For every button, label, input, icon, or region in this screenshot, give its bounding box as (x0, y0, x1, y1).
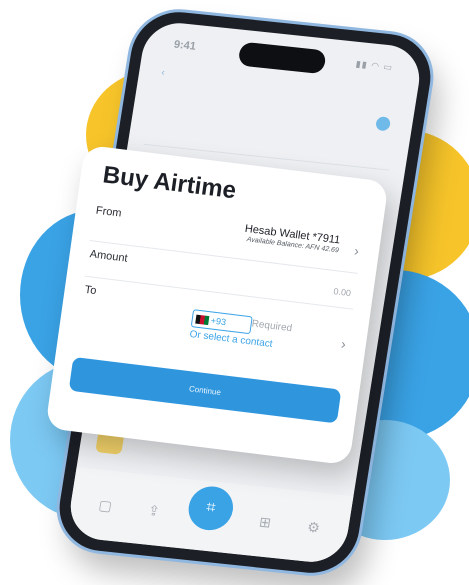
tab-send-icon[interactable]: ⇪ (138, 500, 171, 520)
status-time: 9:41 (172, 38, 197, 53)
from-value: Hesab Wallet *7911 Available Balance: AF… (243, 223, 341, 255)
tab-bar: ▢ ⇪ ⌗ ⊞ ⚙ (65, 467, 354, 566)
chevron-right-icon[interactable]: › (340, 335, 347, 351)
status-icons: ▮▮ ◠ ▭ (355, 58, 394, 73)
afghanistan-flag-icon (195, 314, 210, 325)
to-label: To (83, 283, 98, 298)
back-chevron-icon[interactable]: ‹ (160, 67, 165, 78)
chevron-right-icon: › (353, 242, 361, 259)
tab-settings-icon[interactable]: ⚙ (297, 517, 330, 537)
from-label: From (95, 204, 123, 220)
tab-scan-icon[interactable]: ⌗ (185, 484, 237, 533)
tab-gift-icon[interactable]: ⊞ (249, 512, 282, 532)
amount-label: Amount (89, 248, 129, 265)
buy-airtime-card: Buy Airtime From Hesab Wallet *7911 Avai… (45, 144, 389, 466)
card-title: Buy Airtime (101, 161, 238, 205)
country-code: +93 (210, 315, 227, 328)
required-placeholder: Required (250, 318, 293, 335)
select-contact-link[interactable]: Or select a contact (189, 329, 273, 350)
help-icon[interactable] (375, 116, 392, 132)
tab-home-icon[interactable]: ▢ (89, 495, 122, 515)
dynamic-island (237, 41, 327, 75)
amount-input[interactable]: 0.00 (333, 286, 352, 298)
